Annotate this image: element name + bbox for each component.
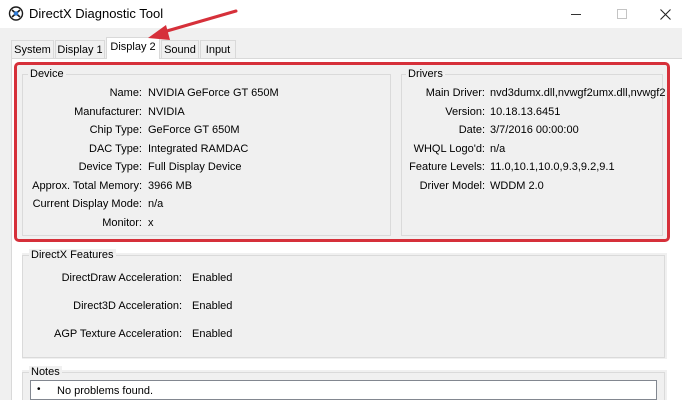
agp-texture-value: Enabled <box>192 328 233 340</box>
close-button[interactable] <box>642 0 682 28</box>
window-title: DirectX Diagnostic Tool <box>29 6 164 21</box>
directx-features-heading: DirectX Features <box>29 249 116 261</box>
bullet-icon: • <box>37 384 41 395</box>
minimize-button[interactable] <box>553 0 599 28</box>
tab-display-2[interactable]: Display 2 <box>106 37 160 59</box>
title-bar: DirectX Diagnostic Tool <box>0 0 682 28</box>
directx-app-icon <box>8 6 24 21</box>
direct3d-label: Direct3D Acceleration: <box>73 300 182 312</box>
directdraw-label: DirectDraw Acceleration: <box>61 272 182 284</box>
close-icon <box>659 8 671 20</box>
highlight-frame <box>14 62 670 242</box>
tab-sound[interactable]: Sound <box>161 40 199 59</box>
directdraw-value: Enabled <box>192 272 233 284</box>
notes-list[interactable]: • No problems found. <box>30 380 657 400</box>
direct3d-value: Enabled <box>192 300 233 312</box>
maximize-button[interactable] <box>599 0 645 28</box>
agp-texture-label: AGP Texture Acceleration: <box>54 328 182 340</box>
tab-display-1[interactable]: Display 1 <box>55 40 105 59</box>
maximize-icon <box>617 9 627 19</box>
notes-heading: Notes <box>29 366 62 378</box>
minimize-icon <box>571 13 581 15</box>
tab-strip: System Display 1 Display 2 Sound Input <box>0 28 682 59</box>
tab-system[interactable]: System <box>11 40 54 59</box>
notes-item: No problems found. <box>57 385 153 397</box>
tab-input[interactable]: Input <box>200 40 236 59</box>
